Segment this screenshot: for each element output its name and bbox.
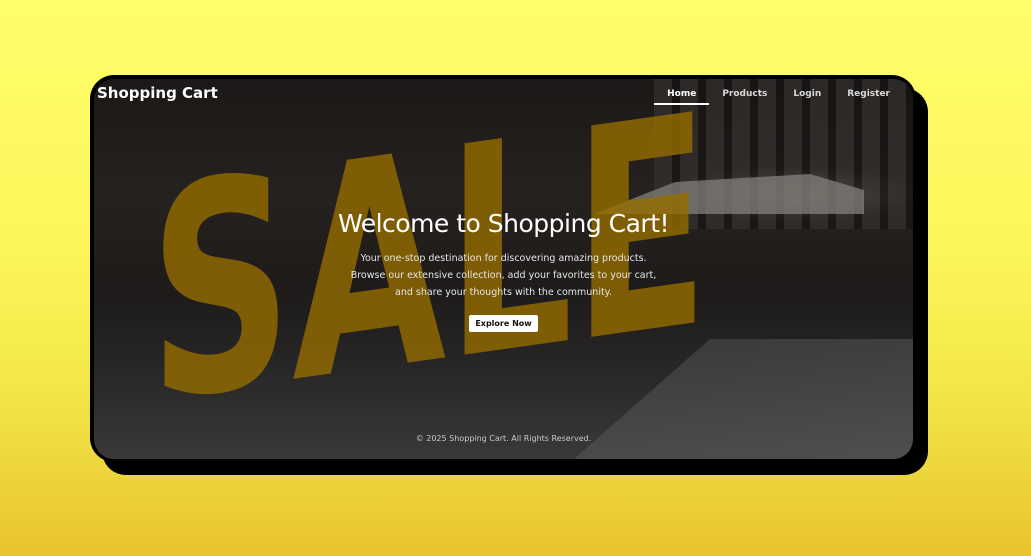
nav-register[interactable]: Register bbox=[834, 89, 903, 105]
nav-products[interactable]: Products bbox=[709, 89, 780, 105]
hero-section: Welcome to Shopping Cart! Your one-stop … bbox=[94, 209, 913, 332]
nav-login[interactable]: Login bbox=[780, 89, 834, 105]
nav-home[interactable]: Home bbox=[654, 89, 710, 105]
explore-now-button[interactable]: Explore Now bbox=[469, 315, 538, 332]
hero-subtitle: Your one-stop destination for discoverin… bbox=[350, 253, 657, 298]
footer-copyright: © 2025 Shopping Cart. All Rights Reserve… bbox=[415, 434, 592, 443]
main-nav: Home Products Login Register bbox=[654, 89, 903, 105]
hero-title: Welcome to Shopping Cart! bbox=[337, 209, 670, 238]
app-screen: SALE Shopping Cart Home Products Login R… bbox=[94, 79, 913, 459]
brand-logo[interactable]: Shopping Cart bbox=[97, 84, 218, 102]
